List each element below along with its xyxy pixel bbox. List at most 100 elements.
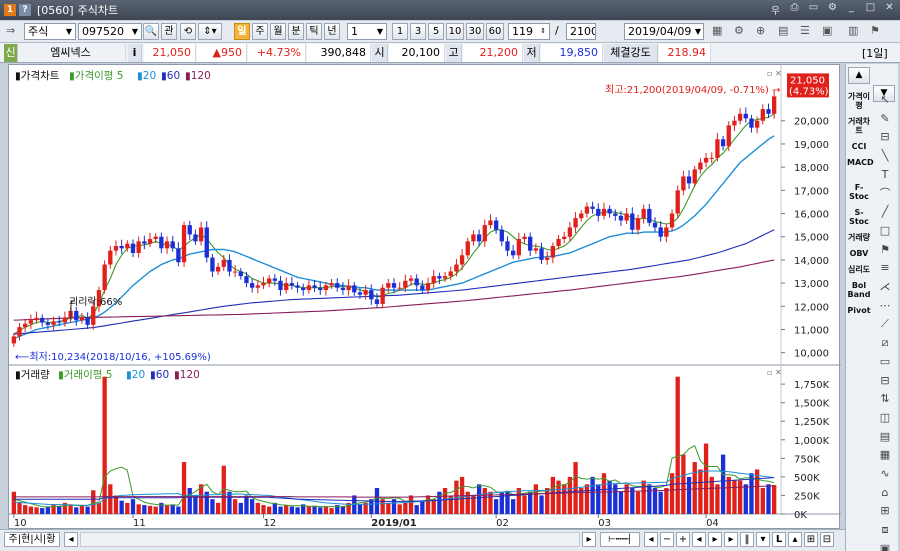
drawing-tool-icon[interactable]: ▦ — [875, 447, 895, 463]
indicator-item[interactable]: 거래차트 — [847, 117, 871, 135]
help-icon[interactable]: ? — [19, 4, 31, 16]
drawing-tool-icon[interactable]: ⊟ — [875, 373, 895, 389]
scroll-last-button[interactable]: ▸ — [724, 532, 738, 547]
stock-code-input[interactable]: 097520 ▼ — [78, 23, 142, 40]
indicator-item[interactable]: F-Stoc — [847, 183, 871, 201]
split-button[interactable]: ⊟ — [820, 532, 834, 547]
chart-tool-icon[interactable]: ▦ — [712, 24, 722, 37]
flag-icon[interactable]: ⚑ — [870, 24, 880, 37]
drawing-tool-icon[interactable]: ╲ — [875, 148, 895, 164]
total-count-input[interactable]: 2100 — [566, 23, 596, 40]
drawing-tool-icon[interactable]: ╱ — [875, 204, 895, 220]
drawing-tool-icon[interactable]: ⋌ — [875, 279, 895, 295]
drawing-tool-icon[interactable]: ⧈ — [875, 522, 895, 538]
volume-bar — [442, 488, 448, 514]
stock-chart[interactable]: 10,000 11,000 12,000 13,000 14,000 15,000 16,0… — [9, 65, 841, 530]
scroll-left-button[interactable]: ◂ — [64, 532, 78, 547]
drawing-tool-icon[interactable]: ⋯ — [875, 298, 895, 314]
quick-1-button[interactable]: 1 — [392, 23, 408, 40]
drawing-tool-icon[interactable]: ∿ — [875, 466, 895, 482]
drawing-tool-icon[interactable]: □ — [875, 223, 895, 239]
interval-select[interactable]: 1 ▼ — [347, 23, 387, 40]
indicator-item[interactable]: OBV — [847, 249, 871, 258]
bottom-tab[interactable]: 주|현|시|황 — [4, 532, 60, 547]
market-select[interactable]: 주식 ▼ — [24, 23, 76, 40]
menu-arrow-icon[interactable]: ⇒ — [6, 24, 15, 37]
drawing-tool-icon[interactable]: T — [875, 167, 895, 183]
volume-bar — [147, 505, 153, 514]
zoom-icon[interactable]: ⊕ — [756, 24, 765, 37]
zoom-slider[interactable]: ⊢┅┅┤ — [600, 532, 640, 547]
period-year-button[interactable]: 년 — [324, 23, 340, 40]
drawing-tool-icon[interactable]: ✎ — [875, 111, 895, 127]
quick-10-button[interactable]: 10 — [446, 23, 464, 40]
indicator-item[interactable]: S-Stoc — [847, 208, 871, 226]
period-minute-button[interactable]: 분 — [288, 23, 304, 40]
indicator-item[interactable]: MACD — [847, 158, 874, 167]
price-tick-label: 16,000 — [794, 210, 829, 221]
drawing-tool-icon[interactable]: ◫ — [875, 410, 895, 426]
drawing-tool-icon[interactable]: ↖ — [875, 92, 895, 108]
drawing-tool-icon[interactable]: ▤ — [875, 429, 895, 445]
period-tick-button[interactable]: 틱 — [306, 23, 322, 40]
horizontal-scrollbar[interactable] — [80, 532, 580, 547]
drawing-tool-icon[interactable]: ⌒ — [875, 186, 895, 202]
period-day-button[interactable]: 일 — [234, 23, 250, 40]
up-button[interactable]: ▴ — [788, 532, 802, 547]
indicator-item[interactable]: Bol Band — [847, 281, 871, 299]
quick-30-button[interactable]: 30 — [466, 23, 484, 40]
count-stepper[interactable]: 119 ⇕ — [508, 23, 550, 40]
log-scale-button[interactable]: L — [772, 532, 786, 547]
settings-icon[interactable]: ⚙ — [826, 2, 839, 16]
zoom-out-button[interactable]: − — [660, 532, 674, 547]
minimize-icon[interactable]: _ — [845, 2, 858, 16]
indicator-item[interactable]: 심리도 — [847, 265, 871, 274]
config-icon[interactable]: ⚙ — [734, 24, 744, 37]
drawing-tool-icon[interactable]: ⇅ — [875, 391, 895, 407]
indicator-item[interactable]: Pivot — [847, 306, 871, 315]
prev-button[interactable]: ◂ — [692, 532, 706, 547]
zoom-in-button[interactable]: + — [676, 532, 690, 547]
drawing-tool-icon[interactable]: ⧄ — [875, 335, 895, 351]
grid-icon[interactable]: ▤ — [778, 24, 788, 37]
drawing-tool-icon[interactable]: ▣ — [875, 541, 895, 551]
relation-button[interactable]: 관 — [161, 23, 177, 40]
indicator-item[interactable]: CCI — [847, 142, 871, 151]
indicator-item[interactable]: 거래량 — [847, 233, 871, 242]
scroll-right-button[interactable]: ▸ — [582, 532, 596, 547]
volume-bar — [17, 502, 22, 514]
save-icon[interactable]: ▣ — [822, 24, 832, 37]
layout-icon[interactable]: ▥ — [848, 24, 858, 37]
list-icon[interactable]: ☰ — [800, 24, 810, 37]
drawing-tool-icon[interactable]: ⊞ — [875, 503, 895, 519]
grid-toggle-button[interactable]: ⊞ — [804, 532, 818, 547]
drawing-tool-icon[interactable]: ≡ — [875, 260, 895, 276]
quick-60-button[interactable]: 60 — [486, 23, 504, 40]
drawing-tool-icon[interactable]: ⊟ — [875, 129, 895, 145]
history-button[interactable]: ⟲ — [180, 23, 196, 40]
print-icon[interactable]: ⎙ — [788, 2, 801, 16]
date-select[interactable]: 2019/04/09 ▼ — [624, 23, 704, 40]
search-button[interactable]: 🔍 — [143, 23, 159, 40]
drawing-tool-icon[interactable]: ⚑ — [875, 242, 895, 258]
indicator-item[interactable]: 가격이평 — [847, 92, 871, 110]
stepper-button[interactable]: ⇕▾ — [198, 23, 222, 40]
drawing-tool-icon[interactable]: ⟋ — [875, 316, 895, 332]
maximize-icon[interactable]: □ — [864, 2, 877, 16]
down-button[interactable]: ▾ — [756, 532, 770, 547]
period-week-button[interactable]: 주 — [252, 23, 268, 40]
quick-3-button[interactable]: 3 — [410, 23, 426, 40]
drawing-tool-icon[interactable]: ⌂ — [875, 485, 895, 501]
scroll-up-button[interactable]: ▲ — [848, 67, 870, 84]
quick-5-button[interactable]: 5 — [428, 23, 444, 40]
pause-button[interactable]: ‖ — [740, 532, 754, 547]
info-button[interactable]: i — [128, 44, 142, 62]
close-icon[interactable]: ✕ — [883, 2, 896, 16]
chart-area[interactable]: 10,000 11,000 12,000 13,000 14,000 15,000 16,0… — [8, 64, 841, 530]
screen-icon[interactable]: ▭ — [807, 2, 820, 16]
drawing-tool-icon[interactable]: ▭ — [875, 354, 895, 370]
scroll-first-button[interactable]: ◂ — [644, 532, 658, 547]
period-month-button[interactable]: 월 — [270, 23, 286, 40]
next-button[interactable]: ▸ — [708, 532, 722, 547]
link-icon[interactable]: 우 — [769, 2, 782, 17]
